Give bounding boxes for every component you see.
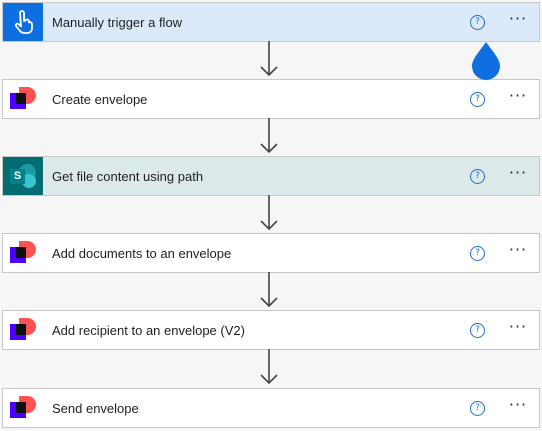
step-card-add-recipient[interactable]: Add recipient to an envelope (V2) ? ··· xyxy=(2,310,540,350)
step-title: Add recipient to an envelope (V2) xyxy=(52,322,245,338)
step-card-add-documents[interactable]: Add documents to an envelope ? ··· xyxy=(2,233,540,273)
step-title: Add documents to an envelope xyxy=(52,245,232,261)
docusign-icon xyxy=(10,86,36,112)
docusign-icon xyxy=(10,317,36,343)
docusign-icon-box xyxy=(3,311,43,349)
step-title: Get file content using path xyxy=(52,168,204,184)
more-options-button[interactable]: ··· xyxy=(507,88,529,107)
step-card-get-file-content[interactable]: S Get file content using path ? ··· xyxy=(2,156,540,196)
step-card-create-envelope[interactable]: Create envelope ? ··· xyxy=(2,79,540,119)
more-options-button[interactable]: ··· xyxy=(507,242,529,261)
more-options-button[interactable]: ··· xyxy=(507,11,529,30)
sharepoint-icon-box: S xyxy=(3,157,43,195)
help-icon[interactable]: ? xyxy=(470,168,485,184)
step-card-trigger[interactable]: Manually trigger a flow ? ··· xyxy=(2,2,540,42)
help-icon[interactable]: ? xyxy=(470,400,485,416)
sharepoint-icon: S xyxy=(10,163,36,189)
connector-arrow xyxy=(260,195,278,231)
docusign-icon-box xyxy=(3,80,43,118)
docusign-icon xyxy=(10,395,36,421)
more-options-button[interactable]: ··· xyxy=(507,319,529,338)
step-title: Send envelope xyxy=(52,400,139,416)
trigger-icon-box xyxy=(3,3,43,41)
droplet-handle-icon[interactable] xyxy=(471,40,501,80)
step-title: Create envelope xyxy=(52,91,148,107)
connector-arrow xyxy=(260,41,278,77)
connector-arrow xyxy=(260,349,278,385)
more-options-button[interactable]: ··· xyxy=(507,397,529,416)
connector-arrow xyxy=(260,118,278,154)
touch-icon xyxy=(14,10,33,34)
help-icon[interactable]: ? xyxy=(470,245,485,261)
help-icon[interactable]: ? xyxy=(470,91,485,107)
docusign-icon-box xyxy=(3,389,43,427)
help-icon[interactable]: ? xyxy=(470,14,485,30)
docusign-icon xyxy=(10,240,36,266)
connector-arrow xyxy=(260,272,278,308)
sharepoint-letter: S xyxy=(10,169,25,184)
docusign-icon-box xyxy=(3,234,43,272)
step-title: Manually trigger a flow xyxy=(52,14,183,30)
help-icon[interactable]: ? xyxy=(470,322,485,338)
step-card-send-envelope[interactable]: Send envelope ? ··· xyxy=(2,388,540,428)
flow-canvas: Manually trigger a flow ? ··· Create env… xyxy=(0,0,542,431)
more-options-button[interactable]: ··· xyxy=(507,165,529,184)
